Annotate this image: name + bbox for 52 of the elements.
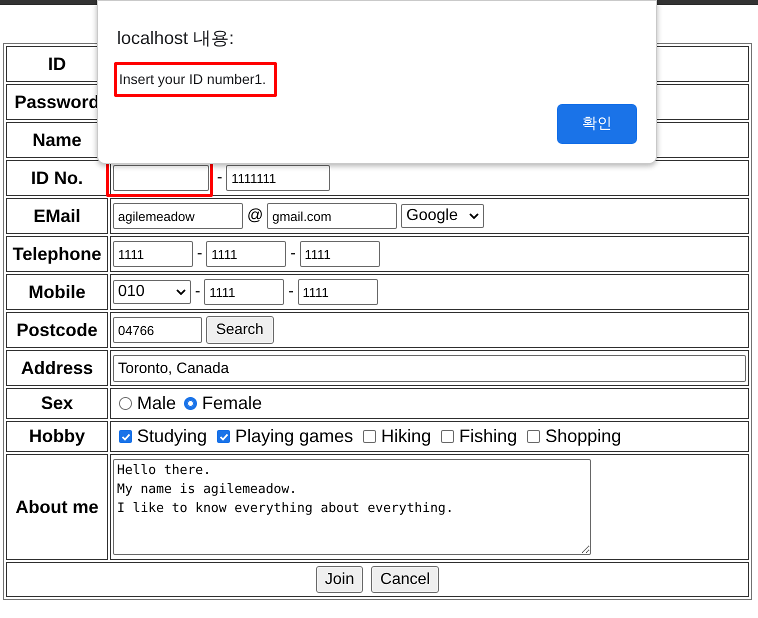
radio-button[interactable] bbox=[184, 397, 198, 410]
dropdown[interactable]: 010 bbox=[113, 280, 191, 304]
field-label: Postcode bbox=[6, 312, 108, 348]
separator-text: @ bbox=[247, 206, 264, 226]
field-label: Sex bbox=[6, 388, 108, 419]
separator-text: - bbox=[217, 168, 222, 188]
text-field[interactable]: 1111 bbox=[298, 279, 378, 305]
text-field[interactable]: agilemeadow bbox=[113, 203, 243, 229]
text-field[interactable]: 1111 bbox=[113, 241, 193, 267]
check-icon bbox=[218, 432, 229, 442]
join-button[interactable]: Join bbox=[316, 566, 364, 593]
separator-text: - bbox=[195, 282, 200, 302]
checkbox[interactable] bbox=[527, 430, 540, 443]
text-field[interactable]: 1111111 bbox=[226, 165, 330, 191]
radio-label: Female bbox=[202, 392, 262, 415]
checkbox[interactable] bbox=[217, 430, 230, 443]
text-field[interactable]: 1111 bbox=[300, 241, 380, 267]
search-button[interactable]: Search bbox=[206, 316, 274, 344]
field-label: EMail bbox=[6, 198, 108, 234]
checkbox-label: Playing games bbox=[235, 425, 354, 448]
text-field[interactable]: 04766 bbox=[113, 317, 202, 343]
checkbox[interactable] bbox=[363, 430, 376, 443]
radio-label: Male bbox=[137, 392, 176, 415]
separator-text: - bbox=[288, 282, 294, 302]
separator-text: - bbox=[290, 244, 296, 264]
chevron-down-icon bbox=[176, 288, 186, 296]
field-label: Mobile bbox=[6, 274, 108, 310]
checkbox-label: Studying bbox=[137, 425, 208, 448]
field-label: Hobby bbox=[6, 421, 108, 452]
chevron-down-icon bbox=[469, 212, 480, 220]
radio-button[interactable] bbox=[119, 397, 132, 410]
checkbox-label: Fishing bbox=[459, 425, 518, 448]
separator-text: - bbox=[197, 244, 202, 264]
text-field[interactable] bbox=[113, 165, 209, 191]
confirm-button[interactable]: 확인 bbox=[557, 104, 637, 144]
dropdown[interactable]: Google bbox=[401, 204, 484, 228]
check-icon bbox=[120, 432, 130, 442]
text-field[interactable]: Toronto, Canada bbox=[113, 354, 746, 382]
field-label: Address bbox=[6, 350, 108, 386]
checkbox[interactable] bbox=[441, 430, 454, 443]
text-field[interactable]: gmail.com bbox=[267, 203, 398, 229]
text-field[interactable]: 1111 bbox=[204, 279, 284, 305]
dialog-title: localhost 내용: bbox=[117, 27, 234, 50]
field-label: About me bbox=[6, 454, 108, 560]
checkbox-label: Shopping bbox=[545, 425, 622, 448]
cancel-button[interactable]: Cancel bbox=[371, 566, 440, 593]
checkbox-label: Hiking bbox=[381, 425, 432, 448]
text-area[interactable]: Hello there. My name is agilemeadow. I like to know everything about everything. bbox=[113, 459, 591, 555]
field-label: Telephone bbox=[6, 236, 108, 272]
checkbox[interactable] bbox=[119, 430, 132, 443]
text-field[interactable]: 1111 bbox=[206, 241, 286, 267]
dialog-message: Insert your ID number1. bbox=[114, 62, 278, 97]
